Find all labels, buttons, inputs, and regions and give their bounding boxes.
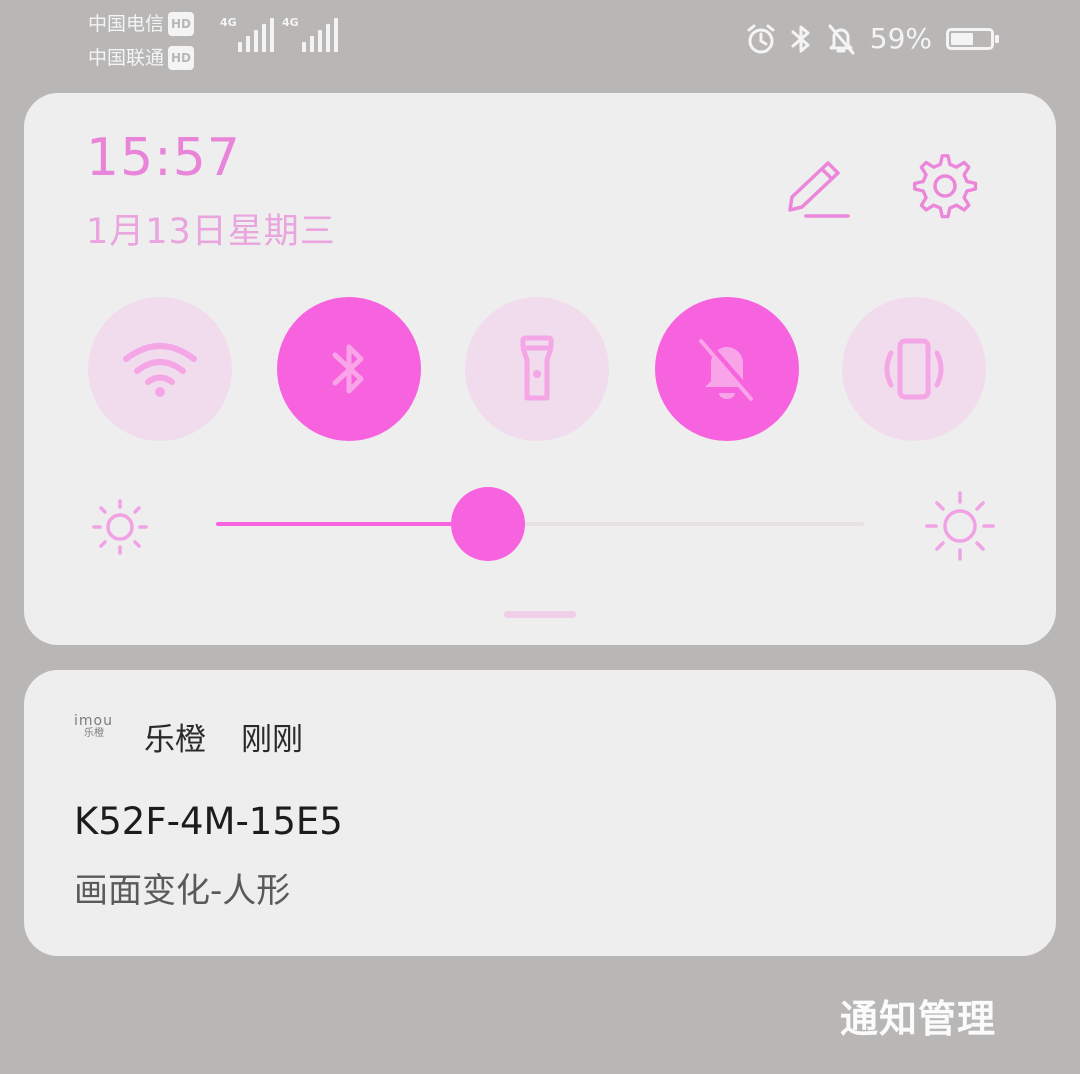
brightness-fill bbox=[216, 522, 488, 526]
notification-body: 画面变化-人形 bbox=[74, 871, 291, 911]
notification-time: 刚刚 bbox=[241, 722, 303, 758]
carrier-2: 中国联通 HD bbox=[88, 46, 195, 70]
notification-app-name: 乐橙 bbox=[144, 722, 206, 758]
notification-card[interactable]: imou 乐橙 乐橙 刚刚 K52F-4M-15E5 画面变化-人形 bbox=[24, 670, 1056, 956]
carrier-1: 中国电信 HD bbox=[88, 12, 195, 36]
bluetooth-icon bbox=[791, 25, 810, 52]
wifi-icon bbox=[123, 343, 197, 397]
signal-icon: 4G bbox=[220, 16, 274, 52]
quick-settings-panel: 15:57 1月13日星期三 bbox=[24, 93, 1056, 645]
battery-icon bbox=[946, 27, 999, 50]
gear-icon bbox=[913, 154, 978, 219]
clock-time[interactable]: 15:57 bbox=[86, 128, 241, 188]
flashlight-icon bbox=[520, 335, 554, 401]
toggle-do-not-disturb[interactable] bbox=[655, 297, 799, 441]
pencil-icon bbox=[788, 161, 850, 218]
status-icons: 59% bbox=[746, 22, 999, 55]
signal-label: 4G bbox=[220, 16, 237, 29]
brightness-low-icon bbox=[92, 499, 148, 555]
status-bar: 中国电信 HD 中国联通 HD 4G 4G 59% bbox=[0, 0, 1080, 80]
battery-percent: 59% bbox=[869, 22, 932, 55]
notification-manage-button[interactable]: 通知管理 bbox=[840, 988, 996, 1043]
bell-off-icon bbox=[828, 24, 855, 54]
hd-badge: HD bbox=[168, 12, 195, 36]
clock-date[interactable]: 1月13日星期三 bbox=[86, 203, 336, 254]
alarm-icon bbox=[747, 24, 775, 53]
notification-title: K52F-4M-15E5 bbox=[74, 800, 343, 843]
signal-icon: 4G bbox=[282, 16, 338, 52]
panel-drag-handle[interactable] bbox=[504, 611, 576, 618]
carrier-2-label: 中国联通 bbox=[88, 47, 165, 69]
bluetooth-icon bbox=[332, 344, 364, 394]
toggle-bluetooth[interactable] bbox=[277, 297, 421, 441]
app-logo-text: imou bbox=[74, 713, 113, 729]
settings-button[interactable] bbox=[912, 153, 982, 223]
bell-off-icon bbox=[699, 335, 757, 401]
toggle-wifi[interactable] bbox=[88, 297, 232, 441]
signal-label: 4G bbox=[282, 16, 299, 29]
carrier-1-label: 中国电信 bbox=[88, 13, 165, 35]
app-logo: imou 乐橙 bbox=[74, 714, 120, 744]
brightness-thumb[interactable] bbox=[451, 487, 525, 561]
app-logo-subtext: 乐橙 bbox=[84, 728, 104, 739]
edit-button[interactable] bbox=[782, 155, 852, 225]
brightness-slider[interactable] bbox=[216, 487, 864, 561]
toggle-vibrate[interactable] bbox=[842, 297, 986, 441]
brightness-high-icon bbox=[925, 491, 995, 561]
toggle-flashlight[interactable] bbox=[465, 297, 609, 441]
hd-badge: HD bbox=[168, 46, 195, 70]
vibrate-icon bbox=[884, 338, 944, 400]
